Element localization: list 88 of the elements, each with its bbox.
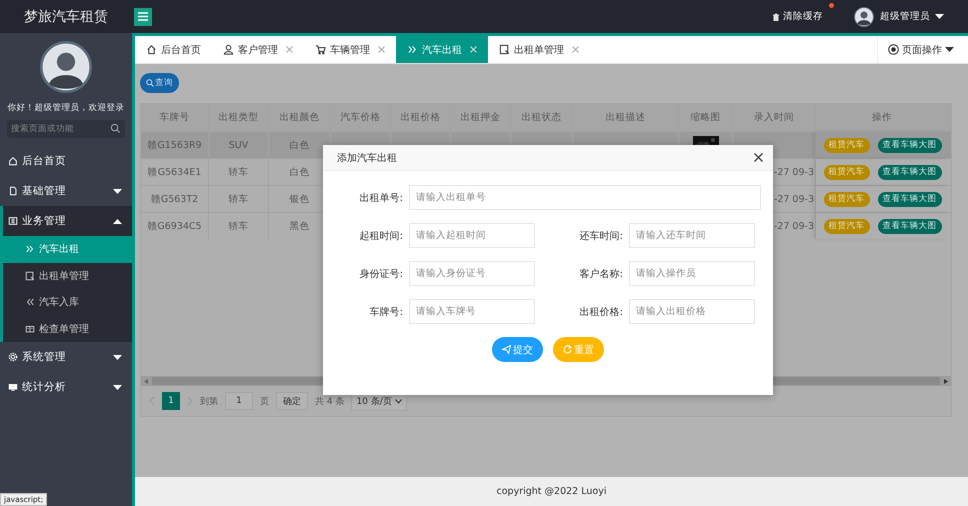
cart-icon xyxy=(315,44,326,55)
table-cell: 赣G563T2 xyxy=(141,186,209,212)
view-image-button[interactable]: 查看车辆大图 xyxy=(878,218,942,234)
goto-label: 到第 xyxy=(200,396,218,408)
table-cell: 轿车 xyxy=(209,159,269,185)
close-icon xyxy=(754,153,763,162)
input-field[interactable]: 请输入还车时间 xyxy=(629,223,755,248)
sidebar-item[interactable]: 统计分析 xyxy=(0,372,132,402)
table-cell: 赣G6934C5 xyxy=(141,213,209,239)
double-chevron-left-icon xyxy=(25,297,35,308)
page-unit: 页 xyxy=(260,396,269,408)
double-chevron-icon xyxy=(25,244,35,254)
close-icon[interactable] xyxy=(572,46,579,53)
app-title: 梦旅汽车租赁 xyxy=(23,8,109,26)
page-input[interactable]: 1 xyxy=(225,392,253,410)
sidebar-item[interactable]: 系统管理 xyxy=(0,342,132,372)
close-icon[interactable] xyxy=(378,46,385,53)
user-icon xyxy=(223,44,234,55)
table-cell: SUV xyxy=(209,132,269,158)
field-label: 还车时间: xyxy=(578,230,624,244)
field-label: 出租单号: xyxy=(358,192,404,206)
clear-cache-link[interactable]: 清除缓存 xyxy=(783,10,823,23)
user-menu[interactable]: 超级管理员 xyxy=(880,10,930,23)
menu-icon xyxy=(138,12,148,21)
home-icon xyxy=(146,44,157,55)
table-cell: 轿车 xyxy=(209,186,269,212)
list-icon xyxy=(8,216,18,226)
radio-icon xyxy=(888,44,899,55)
chevron-down-icon xyxy=(394,398,402,404)
send-icon xyxy=(502,345,511,354)
search-field[interactable]: 搜索页面或功能 xyxy=(7,120,125,138)
view-image-button[interactable]: 查看车辆大图 xyxy=(878,138,942,152)
refresh-icon xyxy=(563,345,572,354)
gear-icon xyxy=(8,352,18,362)
input-field[interactable]: 请输入操作员 xyxy=(629,261,755,286)
search-icon xyxy=(146,79,154,87)
greeting-text: 你好！超级管理员，欢迎登录 xyxy=(8,102,124,114)
page-button[interactable]: 1 xyxy=(162,392,180,410)
total-count: 共 4 条 xyxy=(315,396,344,408)
input-field[interactable]: 请输入出租单号 xyxy=(409,185,761,210)
sidebar-subitem[interactable]: 出租单管理 xyxy=(3,262,132,289)
notification-dot xyxy=(829,2,834,8)
view-image-button[interactable]: 查看车辆大图 xyxy=(878,164,942,180)
input-field[interactable]: 请输入身份证号 xyxy=(409,261,535,286)
input-field[interactable]: 请输入出租价格 xyxy=(629,299,755,324)
field-label: 起租时间: xyxy=(358,230,404,244)
tab[interactable]: 汽车出租 xyxy=(396,36,488,63)
sidebar-subitem[interactable]: 检查单管理 xyxy=(3,316,132,342)
close-icon[interactable] xyxy=(286,46,293,53)
home-icon xyxy=(8,156,18,166)
edit-icon xyxy=(499,44,510,55)
caret-icon xyxy=(113,354,122,360)
close-button[interactable] xyxy=(754,153,763,162)
field-label: 身份证号: xyxy=(358,268,404,282)
footer-text: copyright @2022 Luoyi xyxy=(135,477,968,506)
book-icon xyxy=(25,324,35,334)
table-cell: 轿车 xyxy=(209,213,269,239)
table-cell: 赣G5634E1 xyxy=(141,159,209,185)
search-button[interactable]: 查询 xyxy=(140,73,179,93)
sidebar-item[interactable]: 业务管理 xyxy=(0,206,132,236)
scroll-left-icon[interactable] xyxy=(144,378,148,384)
caret-icon xyxy=(113,218,122,224)
field-label: 客户名称: xyxy=(578,268,624,282)
input-field[interactable]: 请输入起租时间 xyxy=(409,223,535,248)
sidebar-subitem[interactable]: 汽车出租 xyxy=(3,236,132,262)
double-chevron-icon xyxy=(407,44,418,55)
field-label: 出租价格: xyxy=(578,306,624,320)
avatar-icon xyxy=(40,41,92,93)
caret-icon xyxy=(113,188,122,194)
trash-icon xyxy=(772,12,780,20)
caret-icon xyxy=(113,384,122,390)
confirm-button[interactable]: 确定 xyxy=(276,392,308,410)
view-image-button[interactable]: 查看车辆大图 xyxy=(878,192,942,206)
scroll-right-icon[interactable] xyxy=(944,378,948,384)
sidebar-subitem[interactable]: 汽车入库 xyxy=(3,289,132,316)
sidebar-item[interactable]: 后台首页 xyxy=(0,146,132,176)
avatar-icon xyxy=(854,6,874,26)
search-icon xyxy=(110,123,121,134)
field-label: 车牌号: xyxy=(368,306,404,320)
caret-icon xyxy=(935,14,944,19)
caret-icon xyxy=(945,47,954,52)
document-icon xyxy=(8,186,18,196)
input-field[interactable]: 请输入车牌号 xyxy=(409,299,535,324)
monitor-icon xyxy=(8,382,18,392)
table-cell: 赣G1563R9 xyxy=(141,132,209,158)
menu-button[interactable] xyxy=(134,8,152,26)
edit-icon xyxy=(25,270,35,281)
sidebar-item[interactable]: 基础管理 xyxy=(0,176,132,206)
